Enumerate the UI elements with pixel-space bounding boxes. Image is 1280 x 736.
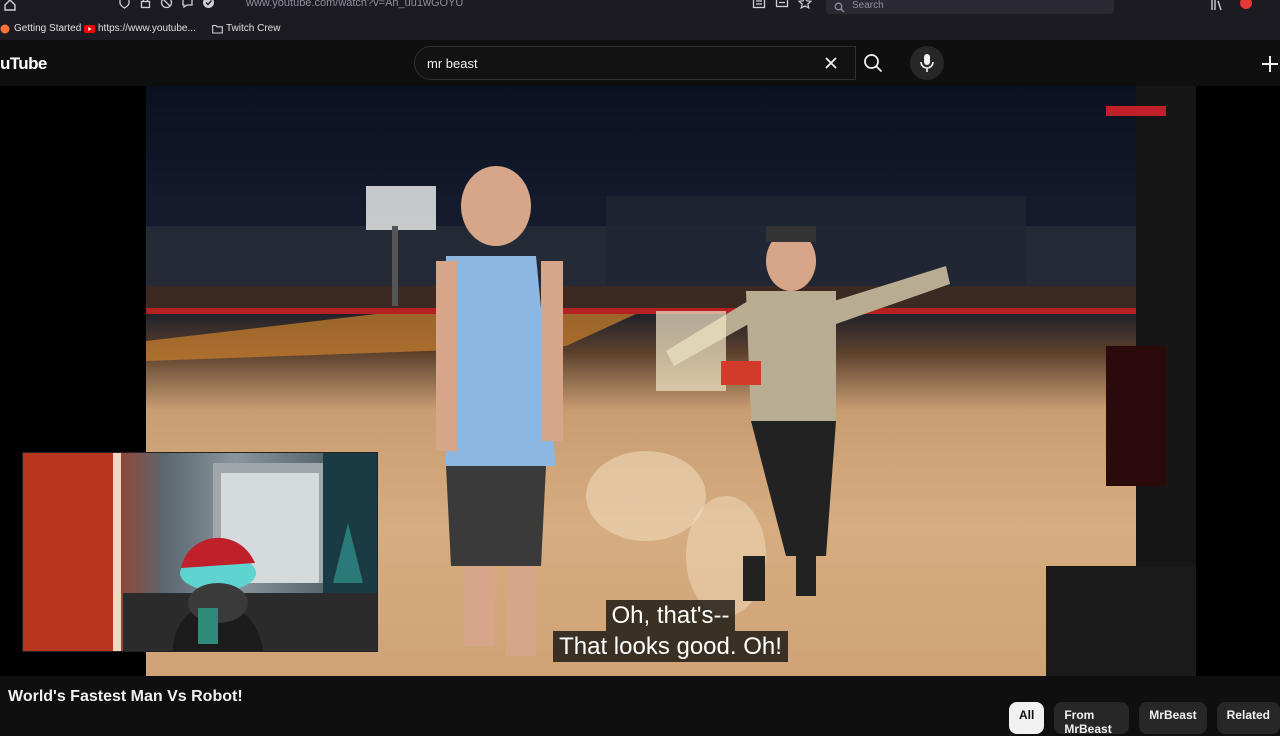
tracking-blocked-icon[interactable] <box>160 0 173 9</box>
firefox-icon <box>0 24 10 34</box>
browser-toolbar: www.youtube.com/watch?v=Ah_uu1wGOYU Sear… <box>0 0 1280 18</box>
create-button[interactable] <box>1258 52 1280 76</box>
home-icon[interactable] <box>4 0 16 11</box>
youtube-header: uTube <box>0 40 1280 86</box>
site-favicon-icon <box>202 0 215 9</box>
library-icon[interactable] <box>1210 0 1224 11</box>
chip-all[interactable]: All <box>1009 702 1045 734</box>
bookmark-folder-twitch-crew[interactable]: Twitch Crew <box>212 23 280 34</box>
caption-line: That looks good. Oh! <box>553 631 788 662</box>
captions-window: Oh, that's-- That looks good. Oh! <box>0 600 1280 662</box>
search-input[interactable] <box>427 53 807 73</box>
search-placeholder: Search <box>852 0 884 11</box>
chip-related[interactable]: Related <box>1216 702 1280 734</box>
shield-icon[interactable] <box>118 0 131 9</box>
folder-icon <box>212 24 223 34</box>
bookmark-label: Twitch Crew <box>226 23 281 34</box>
video-title: World's Fastest Man Vs Robot! <box>8 688 243 705</box>
related-filter-chips: All From MrBeast MrBeast Related <box>1009 702 1280 736</box>
browser-search-bar[interactable]: Search <box>826 0 1114 14</box>
youtube-icon <box>84 24 95 34</box>
bookmark-getting-started[interactable]: Getting Started <box>0 23 81 34</box>
bookmark-label: https://www.youtube... <box>98 23 196 34</box>
search-icon <box>834 0 845 13</box>
caption-line: Oh, that's-- <box>605 600 736 631</box>
reader-view-icon[interactable] <box>752 0 766 9</box>
lock-icon[interactable] <box>139 0 152 9</box>
screenshot-icon[interactable] <box>775 0 789 9</box>
search-button[interactable] <box>856 46 890 80</box>
extension-icon[interactable] <box>1240 0 1252 9</box>
voice-search-button[interactable] <box>910 46 944 80</box>
bookmark-youtube[interactable]: https://www.youtube... <box>84 23 196 34</box>
video-player[interactable]: Oh, that's-- That looks good. Oh! <box>0 86 1280 676</box>
bookmarks-toolbar: Getting Started https://www.youtube... T… <box>0 18 1280 40</box>
clear-search-button[interactable] <box>820 52 842 74</box>
address-bar-url[interactable]: www.youtube.com/watch?v=Ah_uu1wGOYU <box>246 0 463 9</box>
youtube-logo[interactable]: uTube <box>0 54 47 74</box>
chip-mrbeast[interactable]: MrBeast <box>1139 702 1207 734</box>
bookmark-label: Getting Started <box>14 23 82 34</box>
bookmark-star-icon[interactable] <box>797 0 813 10</box>
chip-from-mrbeast[interactable]: From MrBeast <box>1054 702 1130 736</box>
search-box[interactable] <box>414 46 856 80</box>
permissions-icon[interactable] <box>181 0 194 9</box>
